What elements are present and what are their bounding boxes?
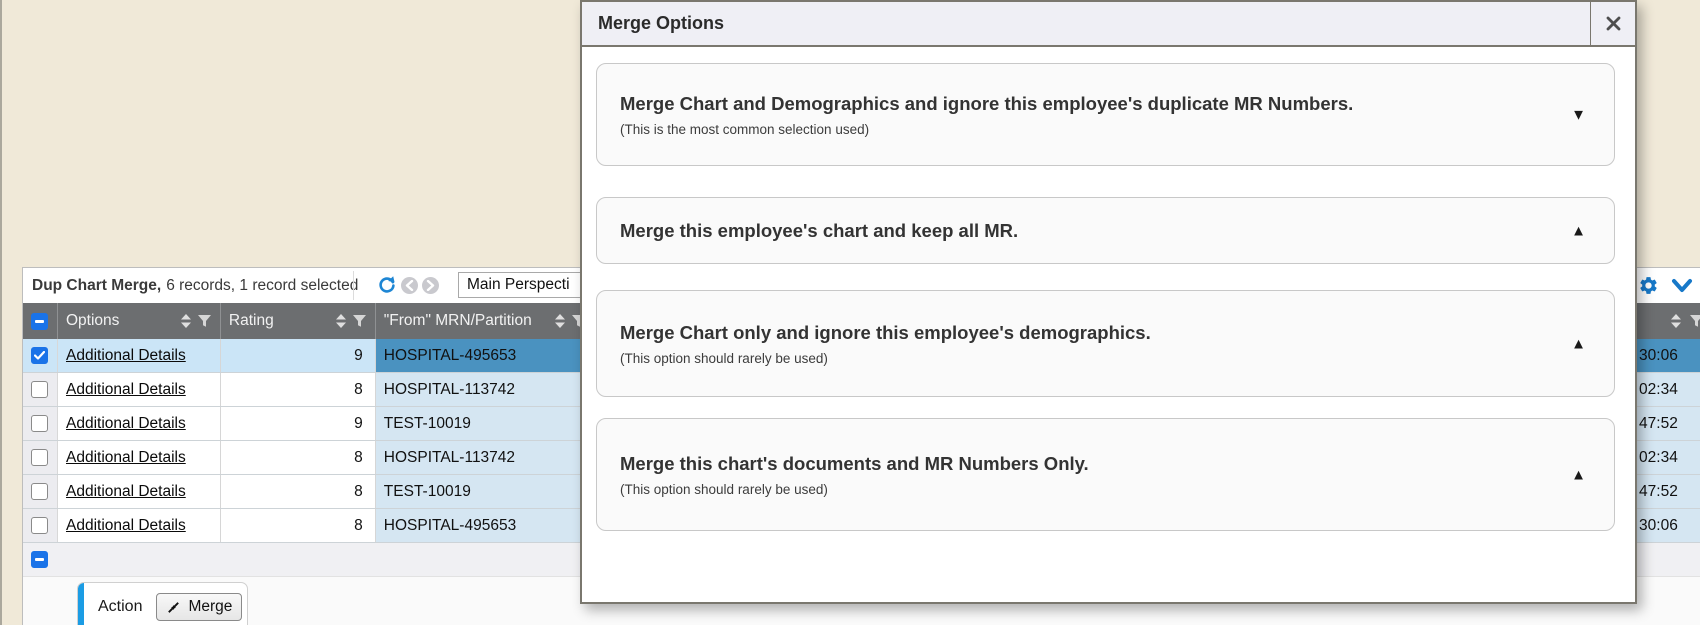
additional-details-link[interactable]: Additional Details bbox=[66, 347, 186, 365]
row-checkbox[interactable] bbox=[31, 449, 48, 466]
expand-triangle-icon[interactable]: ▲ bbox=[1571, 222, 1586, 239]
merge-option[interactable]: Merge this chart's documents and MR Numb… bbox=[596, 418, 1615, 531]
additional-details-link[interactable]: Additional Details bbox=[66, 381, 186, 399]
forward-icon[interactable] bbox=[422, 277, 439, 294]
row-checkbox[interactable] bbox=[31, 381, 48, 398]
rating-cell: 8 bbox=[221, 441, 376, 474]
action-accent-bar bbox=[78, 583, 84, 625]
row-checkbox[interactable] bbox=[31, 347, 48, 364]
chevron-down-icon[interactable] bbox=[1671, 277, 1693, 295]
toolbar-right-icons bbox=[1638, 268, 1693, 303]
rating-cell: 9 bbox=[221, 407, 376, 440]
action-panel: Action Merge bbox=[77, 582, 248, 625]
back-icon[interactable] bbox=[401, 277, 418, 294]
rating-cell: 8 bbox=[221, 475, 376, 508]
close-button[interactable] bbox=[1590, 2, 1635, 45]
toolbar-divider bbox=[353, 271, 354, 300]
additional-details-link[interactable]: Additional Details bbox=[66, 483, 186, 501]
expand-triangle-icon[interactable]: ▲ bbox=[1571, 335, 1586, 352]
close-icon bbox=[1606, 16, 1621, 31]
column-header-options[interactable]: Options bbox=[58, 303, 221, 339]
merge-option[interactable]: Merge this employee's chart and keep all… bbox=[596, 197, 1615, 264]
time-cell: 02:34 bbox=[1637, 441, 1700, 474]
screen: Dup Chart Merge, 6 records, 1 record sel… bbox=[0, 0, 1700, 625]
sort-icon[interactable] bbox=[1670, 313, 1682, 329]
sort-icon[interactable] bbox=[554, 313, 566, 329]
merge-icon bbox=[166, 600, 181, 615]
column-header-rating[interactable]: Rating bbox=[221, 303, 376, 339]
merge-option-title: Merge Chart only and ignore this employe… bbox=[620, 322, 1524, 344]
time-cell: 30:06 bbox=[1637, 339, 1700, 372]
merge-option[interactable]: Merge Chart and Demographics and ignore … bbox=[596, 63, 1615, 166]
time-cell: 47:52 bbox=[1637, 407, 1700, 440]
time-cell: 30:06 bbox=[1637, 509, 1700, 542]
column-header-time[interactable] bbox=[1637, 303, 1700, 339]
expand-triangle-icon[interactable]: ▼ bbox=[1571, 106, 1586, 123]
gear-icon[interactable] bbox=[1638, 275, 1659, 296]
refresh-icon[interactable] bbox=[377, 275, 397, 295]
sort-icon[interactable] bbox=[180, 313, 192, 329]
merge-button-label: Merge bbox=[188, 598, 232, 616]
table-title: Dup Chart Merge, bbox=[32, 277, 161, 295]
table-caption: Dup Chart Merge, 6 records, 1 record sel… bbox=[32, 268, 358, 303]
time-cell: 47:52 bbox=[1637, 475, 1700, 508]
dialog-title: Merge Options bbox=[582, 2, 1590, 45]
expand-triangle-icon[interactable]: ▲ bbox=[1571, 466, 1586, 483]
filter-icon[interactable] bbox=[352, 314, 367, 328]
rating-cell: 9 bbox=[221, 339, 376, 372]
additional-details-link[interactable]: Additional Details bbox=[66, 517, 186, 535]
select-all-checkbox-footer[interactable] bbox=[31, 551, 48, 568]
sort-icon[interactable] bbox=[335, 313, 347, 329]
merge-button[interactable]: Merge bbox=[156, 593, 242, 621]
rating-cell: 8 bbox=[221, 373, 376, 406]
dialog-header: Merge Options bbox=[582, 2, 1635, 47]
merge-option[interactable]: Merge Chart only and ignore this employe… bbox=[596, 290, 1615, 397]
row-checkbox[interactable] bbox=[31, 415, 48, 432]
time-cell: 02:34 bbox=[1637, 373, 1700, 406]
merge-option-title: Merge Chart and Demographics and ignore … bbox=[620, 93, 1524, 115]
row-checkbox[interactable] bbox=[31, 517, 48, 534]
action-label: Action bbox=[98, 598, 142, 616]
merge-option-subtitle: (This option should rarely be used) bbox=[620, 351, 1524, 366]
merge-option-subtitle: (This option should rarely be used) bbox=[620, 482, 1524, 497]
merge-option-title: Merge this employee's chart and keep all… bbox=[620, 220, 1524, 242]
select-all-checkbox[interactable] bbox=[31, 313, 48, 330]
record-count-summary: 6 records, 1 record selected bbox=[166, 277, 358, 295]
filter-icon[interactable] bbox=[197, 314, 212, 328]
window-edge bbox=[0, 0, 2, 625]
dialog-body: Merge Chart and Demographics and ignore … bbox=[582, 47, 1635, 531]
row-checkbox[interactable] bbox=[31, 483, 48, 500]
merge-option-subtitle: (This is the most common selection used) bbox=[620, 122, 1524, 137]
rating-cell: 8 bbox=[221, 509, 376, 542]
merge-options-dialog: Merge Options Merge Chart and Demographi… bbox=[580, 0, 1637, 604]
filter-icon[interactable] bbox=[1689, 314, 1700, 328]
additional-details-link[interactable]: Additional Details bbox=[66, 415, 186, 433]
merge-option-title: Merge this chart's documents and MR Numb… bbox=[620, 453, 1524, 475]
perspective-value: Main Perspecti bbox=[467, 276, 570, 294]
additional-details-link[interactable]: Additional Details bbox=[66, 449, 186, 467]
